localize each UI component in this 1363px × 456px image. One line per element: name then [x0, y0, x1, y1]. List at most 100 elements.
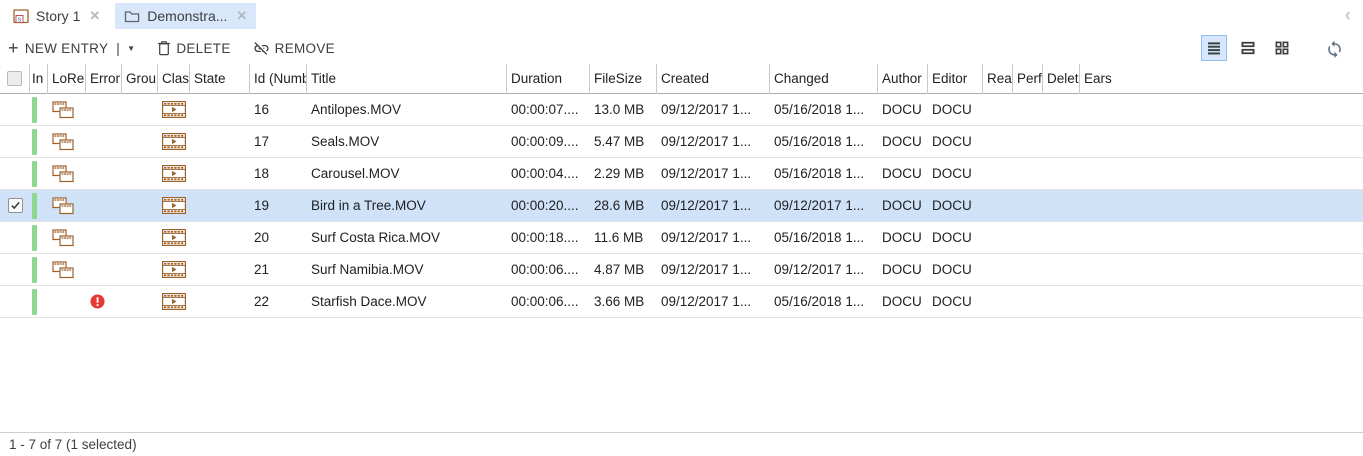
in-indicator — [32, 129, 37, 155]
column-header-delet[interactable]: Delet — [1043, 64, 1080, 94]
in-indicator — [32, 161, 37, 187]
column-header-ears[interactable]: Ears — [1080, 64, 1363, 94]
close-icon[interactable]: ✕ — [236, 8, 247, 24]
filesize-cell: 13.0 MB — [590, 94, 657, 126]
chevron-down-icon[interactable]: ▼ — [127, 44, 135, 53]
changed-cell: 09/12/2017 1... — [770, 254, 878, 286]
tab-bar: s Story 1 ✕ Demonstra... ✕ ‹ — [0, 0, 1363, 32]
column-header-class[interactable]: Class — [158, 64, 190, 94]
error-icon — [90, 294, 105, 309]
column-header-created[interactable]: Created — [657, 64, 770, 94]
table-row[interactable]: 19 Bird in a Tree.MOV 00:00:20.... 28.6 … — [0, 190, 1363, 222]
author-cell: DOCU — [878, 94, 928, 126]
id-cell: 20 — [250, 222, 307, 254]
column-header-id[interactable]: Id (Numb — [250, 64, 307, 94]
column-header-lores[interactable]: LoRe — [48, 64, 86, 94]
table-row[interactable]: 22 Starfish Dace.MOV 00:00:06.... 3.66 M… — [0, 286, 1363, 318]
filesize-cell: 5.47 MB — [590, 126, 657, 158]
lores-proxy-icon — [52, 229, 74, 247]
in-indicator — [32, 225, 37, 251]
created-cell: 09/12/2017 1... — [657, 94, 770, 126]
column-header-filesize[interactable]: FileSize — [590, 64, 657, 94]
view-switcher — [1201, 35, 1355, 61]
column-header-perfe[interactable]: Perfe — [1013, 64, 1043, 94]
toolbar: + NEW ENTRY | ▼ DELETE — [0, 32, 1363, 64]
author-cell: DOCU — [878, 222, 928, 254]
plus-icon: + — [8, 39, 19, 57]
state-cell — [190, 126, 250, 158]
table-row[interactable]: 18 Carousel.MOV 00:00:04.... 2.29 MB 09/… — [0, 158, 1363, 190]
view-grid-button[interactable] — [1269, 35, 1295, 61]
duration-cell: 00:00:20.... — [507, 190, 590, 222]
id-cell: 18 — [250, 158, 307, 190]
column-header-changed[interactable]: Changed — [770, 64, 878, 94]
select-all-checkbox[interactable] — [0, 64, 30, 94]
title-cell: Surf Costa Rica.MOV — [307, 222, 507, 254]
column-header-author[interactable]: Author — [878, 64, 928, 94]
id-cell: 16 — [250, 94, 307, 126]
created-cell: 09/12/2017 1... — [657, 222, 770, 254]
state-cell — [190, 222, 250, 254]
table-row[interactable]: 20 Surf Costa Rica.MOV 00:00:18.... 11.6… — [0, 222, 1363, 254]
duration-cell: 00:00:18.... — [507, 222, 590, 254]
state-cell — [190, 286, 250, 318]
author-cell: DOCU — [878, 158, 928, 190]
column-header-duration[interactable]: Duration — [507, 64, 590, 94]
media-library-window: s Story 1 ✕ Demonstra... ✕ ‹ + NEW ENTRY… — [0, 0, 1363, 456]
refresh-icon — [1325, 39, 1344, 58]
collapse-panel-chevron-icon[interactable]: ‹ — [1345, 5, 1351, 27]
changed-cell: 09/12/2017 1... — [770, 190, 878, 222]
filesize-cell: 11.6 MB — [590, 222, 657, 254]
tab-label: Story 1 — [36, 8, 80, 24]
id-cell: 21 — [250, 254, 307, 286]
duration-cell: 00:00:09.... — [507, 126, 590, 158]
author-cell: DOCU — [878, 254, 928, 286]
remove-button[interactable]: REMOVE — [253, 40, 335, 57]
video-class-icon — [162, 293, 186, 310]
new-entry-button[interactable]: + NEW ENTRY | ▼ — [8, 39, 135, 57]
title-cell: Starfish Dace.MOV — [307, 286, 507, 318]
in-indicator — [32, 97, 37, 123]
lores-proxy-icon — [52, 197, 74, 215]
in-indicator — [32, 257, 37, 283]
column-header-title[interactable]: Title — [307, 64, 507, 94]
link-off-icon — [253, 40, 270, 57]
view-list-icon — [1205, 39, 1223, 57]
view-stream-button[interactable] — [1235, 35, 1261, 61]
column-header-state[interactable]: State — [190, 64, 250, 94]
close-icon[interactable]: ✕ — [89, 8, 100, 24]
table-row[interactable]: 21 Surf Namibia.MOV 00:00:06.... 4.87 MB… — [0, 254, 1363, 286]
refresh-button[interactable] — [1321, 35, 1347, 61]
changed-cell: 05/16/2018 1... — [770, 126, 878, 158]
duration-cell: 00:00:06.... — [507, 254, 590, 286]
created-cell: 09/12/2017 1... — [657, 286, 770, 318]
view-list-button[interactable] — [1201, 35, 1227, 61]
video-class-icon — [162, 197, 186, 214]
view-grid-icon — [1273, 39, 1291, 57]
tab-demonstration[interactable]: Demonstra... ✕ — [115, 3, 256, 29]
result-count-text: 1 - 7 of 7 (1 selected) — [9, 437, 137, 452]
video-class-icon — [162, 229, 186, 246]
column-header-read[interactable]: Read — [983, 64, 1013, 94]
row-checkbox[interactable] — [8, 198, 23, 213]
column-header-editor[interactable]: Editor — [928, 64, 983, 94]
editor-cell: DOCU — [928, 222, 983, 254]
duration-cell: 00:00:04.... — [507, 158, 590, 190]
state-cell — [190, 190, 250, 222]
duration-cell: 00:00:07.... — [507, 94, 590, 126]
column-header-error[interactable]: Error — [86, 64, 122, 94]
video-class-icon — [162, 101, 186, 118]
delete-button[interactable]: DELETE — [157, 40, 230, 56]
svg-text:s: s — [18, 16, 22, 23]
table-body: 16 Antilopes.MOV 00:00:07.... 13.0 MB 09… — [0, 94, 1363, 318]
column-header-in[interactable]: In — [30, 64, 48, 94]
table-row[interactable]: 17 Seals.MOV 00:00:09.... 5.47 MB 09/12/… — [0, 126, 1363, 158]
title-cell: Seals.MOV — [307, 126, 507, 158]
author-cell: DOCU — [878, 286, 928, 318]
filesize-cell: 2.29 MB — [590, 158, 657, 190]
filesize-cell: 4.87 MB — [590, 254, 657, 286]
tab-story-1[interactable]: s Story 1 ✕ — [4, 3, 109, 29]
created-cell: 09/12/2017 1... — [657, 126, 770, 158]
table-row[interactable]: 16 Antilopes.MOV 00:00:07.... 13.0 MB 09… — [0, 94, 1363, 126]
column-header-group[interactable]: Grou — [122, 64, 158, 94]
